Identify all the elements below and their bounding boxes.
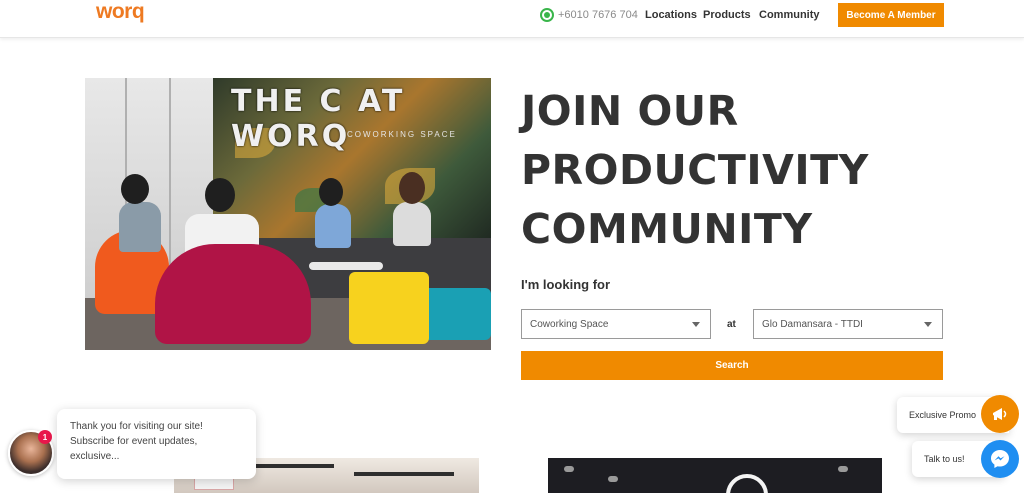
headline-line: PRODUCTIVITY <box>521 146 869 194</box>
hero-photo: THE C AT WORQ COWORKING SPACE <box>85 78 491 350</box>
at-label: at <box>727 319 736 330</box>
chat-message-line: exclusive... <box>70 451 120 462</box>
chat-message-line: Subscribe for event updates, <box>70 436 198 447</box>
person-head <box>205 178 235 212</box>
person-head <box>121 174 149 204</box>
person-head <box>319 178 343 206</box>
space-type-select[interactable]: Coworking Space <box>521 309 711 339</box>
phone-link[interactable]: +6010 7676 704 <box>540 8 638 22</box>
location-thumbnail[interactable] <box>548 458 882 493</box>
ceiling-light <box>608 476 618 482</box>
caret-down-icon <box>924 322 932 327</box>
become-member-button[interactable]: Become A Member <box>838 3 944 27</box>
person-body <box>119 202 161 252</box>
person-head <box>399 172 425 204</box>
mural-subtext: COWORKING SPACE <box>347 130 457 139</box>
person-body <box>393 202 431 246</box>
nav-locations[interactable]: Locations <box>645 9 697 21</box>
space-type-value: Coworking Space <box>530 318 609 330</box>
ring-light <box>726 474 768 493</box>
ceiling-light <box>838 466 848 472</box>
ceiling-light <box>564 466 574 472</box>
megaphone-icon[interactable] <box>981 395 1019 433</box>
looking-for-label: I'm looking for <box>521 277 611 292</box>
chat-message-line: Thank you for visiting our site! <box>70 421 203 432</box>
location-value: Glo Damansara - TTDI <box>762 318 863 330</box>
headline-line: COMMUNITY <box>521 205 813 253</box>
person-body <box>315 204 351 248</box>
messenger-icon[interactable] <box>981 440 1019 478</box>
caret-down-icon <box>692 322 700 327</box>
site-logo[interactable]: worq <box>96 0 145 24</box>
whatsapp-icon <box>540 8 554 22</box>
location-select[interactable]: Glo Damansara - TTDI <box>753 309 943 339</box>
coffee-table <box>309 262 383 270</box>
site-header: worq +6010 7676 704 Locations Products C… <box>0 0 1024 38</box>
red-chair <box>155 244 311 344</box>
yellow-ottoman <box>349 272 429 344</box>
chat-message[interactable]: Thank you for visiting our site! Subscri… <box>57 409 256 479</box>
search-button[interactable]: Search <box>521 351 943 380</box>
hero-headline: JOIN OUR PRODUCTIVITY COMMUNITY <box>521 82 869 259</box>
headline-line: JOIN OUR <box>521 87 739 135</box>
phone-number: +6010 7676 704 <box>558 9 638 21</box>
notification-badge: 1 <box>38 430 52 444</box>
mural-text: THE C AT WORQ <box>231 84 406 154</box>
ceiling-beam <box>354 472 454 476</box>
nav-products[interactable]: Products <box>703 9 751 21</box>
nav-community[interactable]: Community <box>759 9 820 21</box>
